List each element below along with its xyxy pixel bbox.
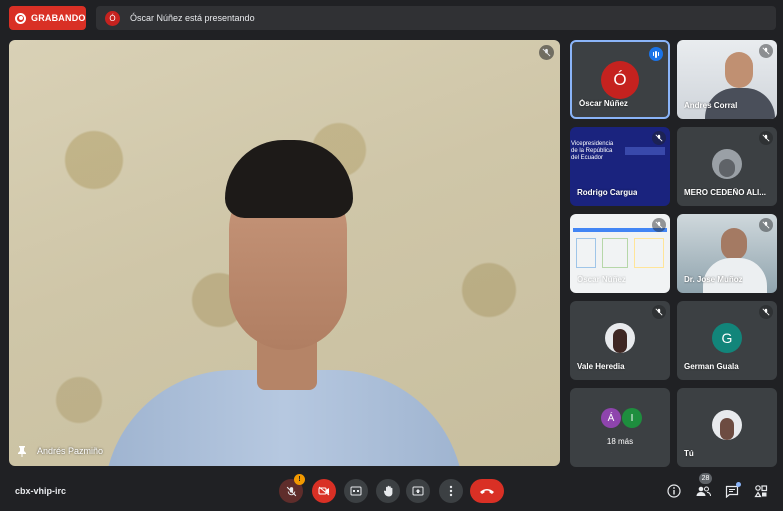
meeting-code: cbx-vhip-irc [15,486,67,496]
participant-name: Tú [684,449,694,458]
presenting-banner: Ó Óscar Núñez está presentando [96,6,776,30]
participant-name: Óscar Núñez [579,99,628,108]
present-screen-icon [412,486,424,496]
mic-off-icon [652,218,666,232]
slide-diagram [576,238,596,268]
captions-icon [350,486,362,496]
self-tile[interactable]: Tú [677,388,777,467]
participant-name: Andres Corral [684,101,738,110]
captions-button[interactable] [344,479,368,503]
people-icon [696,486,711,497]
warning-badge: ! [294,474,305,485]
main-speaker-name: Andrés Pazmiño [37,446,104,456]
participant-tile-mero-cedeno[interactable]: MERO CEDEÑO ALI... [677,127,777,206]
participant-name: Rodrigo Cargua [577,188,638,197]
camera-off-icon [318,486,330,496]
chat-notification-dot [736,482,741,487]
participant-tile-jose-munoz[interactable]: Dr. Jose Muñoz [677,214,777,293]
speaker-hair [225,140,353,218]
more-participants-label: 18 más [606,437,634,446]
mic-off-icon [759,44,773,58]
participant-tile-vale-heredia[interactable]: Vale Heredia [570,301,670,380]
participant-tile-oscar[interactable]: Ó Óscar Núñez [570,40,670,119]
camera-button[interactable] [312,479,336,503]
mic-off-icon [652,305,666,319]
mic-off-icon [759,131,773,145]
more-vert-icon [449,485,453,497]
mic-off-icon [759,305,773,319]
presenter-avatar: Ó [105,10,120,26]
people-count-badge: 28 [699,473,712,484]
info-icon [667,484,681,498]
main-speaker-video[interactable]: Andrés Pazmiño [9,40,560,466]
avatar [605,323,635,353]
participant-face [725,52,753,88]
meeting-details-button[interactable] [664,481,684,501]
participant-name: MERO CEDEÑO ALI... [684,188,766,197]
more-participants-tile[interactable]: Á I 18 más [570,388,670,467]
avatar-photo [720,418,734,440]
raise-hand-button[interactable] [376,479,400,503]
activities-icon [754,485,768,498]
hang-up-icon [480,489,494,494]
mic-off-icon [652,131,666,145]
mic-off-icon [539,45,554,60]
participant-face [721,228,747,260]
more-avatars: Á I [601,408,643,428]
avatar-photo [719,159,735,177]
participant-name: Vale Heredia [577,362,625,371]
participant-tile-andres-corral[interactable]: Andres Corral [677,40,777,119]
chat-button[interactable] [722,481,742,501]
presenting-text: Óscar Núñez está presentando [130,13,255,23]
slide-logo [625,147,665,155]
recording-badge[interactable]: GRABANDO [9,6,86,30]
hand-icon [383,485,392,497]
mic-off-icon [759,218,773,232]
participant-name: German Guala [684,362,739,371]
avatar: I [622,408,642,428]
participant-tile-oscar-presentation[interactable]: Óscar Núñez [570,214,670,293]
mic-off-icon [286,486,296,496]
leave-call-button[interactable] [470,479,504,503]
activities-button[interactable] [751,481,771,501]
participant-tile-rodrigo-cargua[interactable]: Vicepresidencia de la República del Ecua… [570,127,670,206]
avatar: Á [601,408,621,428]
participant-name: Óscar Núñez [577,275,626,284]
participant-tile-german-guala[interactable]: G German Guala [677,301,777,380]
avatar: G [712,323,742,353]
participant-name: Dr. Jose Muñoz [684,275,743,284]
recording-label: GRABANDO [31,13,86,23]
slide-diagram [634,238,664,268]
avatar [712,410,742,440]
pin-icon[interactable] [17,445,27,457]
more-options-button[interactable] [439,479,463,503]
avatar-photo [613,329,627,353]
meet-window: GRABANDO Ó Óscar Núñez está presentando … [0,0,783,511]
slide-text: Vicepresidencia de la República del Ecua… [571,141,614,161]
present-button[interactable] [406,479,430,503]
people-button[interactable]: 28 [693,473,713,501]
microphone-button[interactable]: ! [279,474,305,503]
speaking-indicator-icon [649,47,663,61]
slide-diagram [602,238,628,268]
avatar [712,149,742,179]
avatar: Ó [601,61,639,99]
record-icon [15,12,26,24]
